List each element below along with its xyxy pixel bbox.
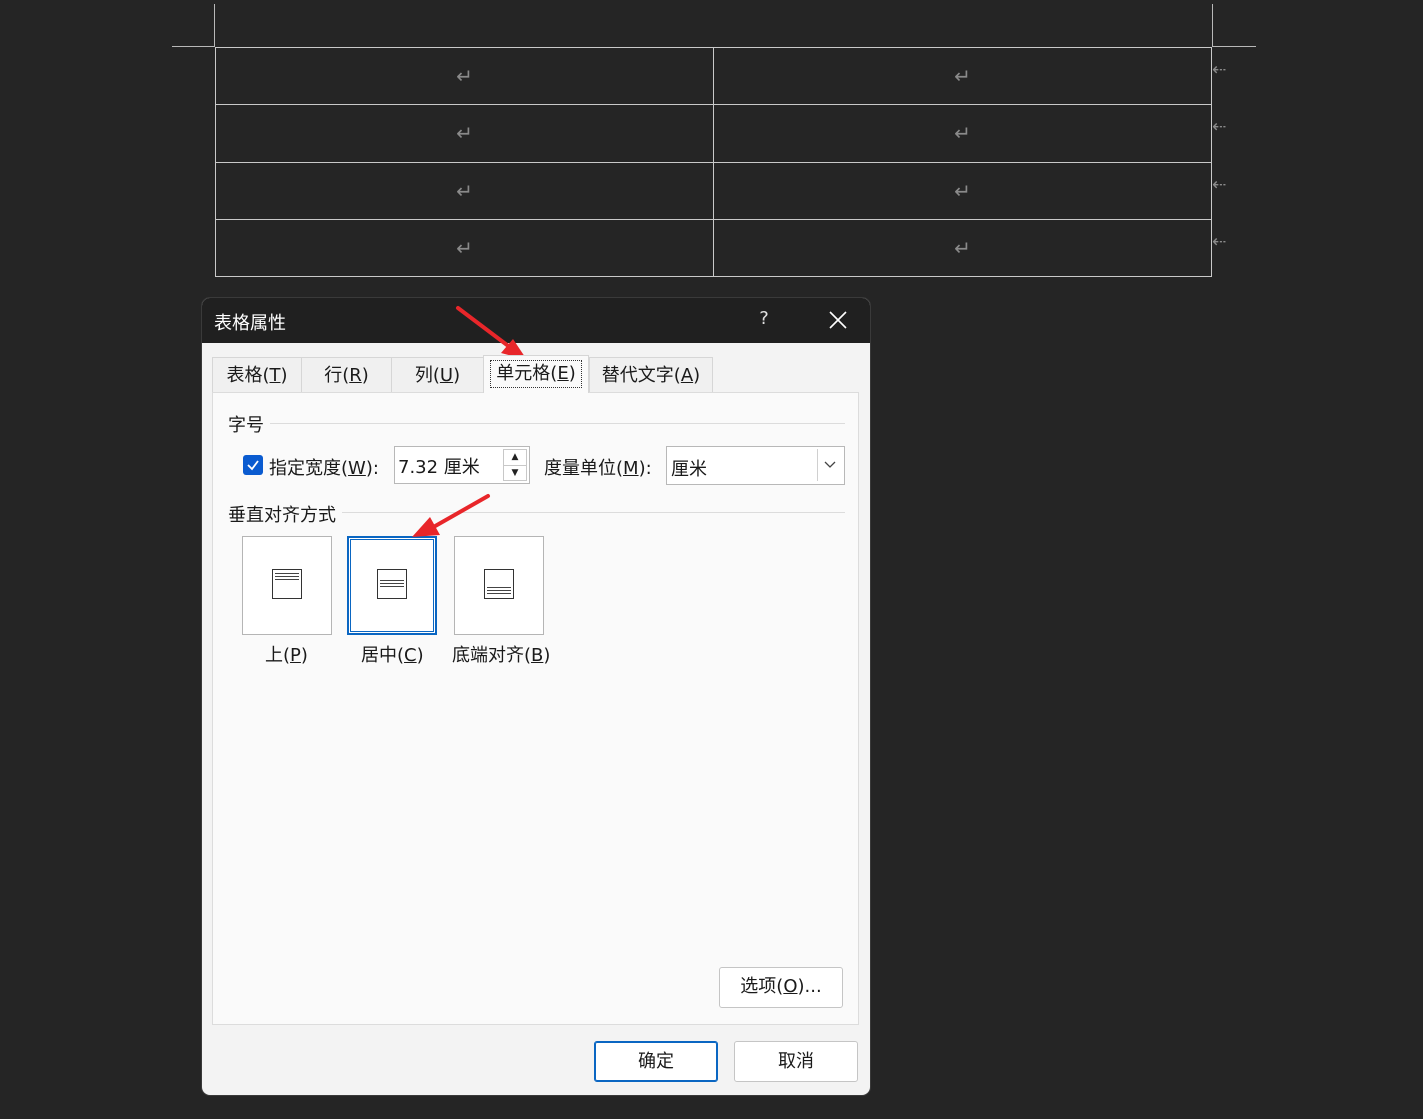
align-bottom-button[interactable] — [454, 536, 544, 635]
spin-down-icon[interactable]: ▼ — [504, 466, 526, 481]
measure-unit-value: 厘米 — [671, 459, 707, 480]
row-end-mark: ⇠ — [1212, 175, 1227, 195]
measure-unit-select[interactable]: 厘米 — [666, 446, 845, 485]
align-center-icon — [377, 569, 407, 599]
tab-label: 单元格 — [496, 363, 551, 384]
align-top-label: 上(P) — [265, 645, 308, 666]
spin-arrows: ▲ ▼ — [503, 449, 527, 481]
row-end-mark: ⇠ — [1212, 117, 1227, 137]
dialog-titlebar[interactable]: 表格属性 ? — [202, 298, 870, 343]
measure-unit-label: 度量单位(M): — [544, 458, 652, 479]
width-spinbox[interactable]: 7.32 厘米 ▲ ▼ — [394, 446, 530, 484]
row-end-mark: ⇠ — [1212, 232, 1227, 252]
table-cell[interactable]: ↵ — [215, 218, 714, 278]
table-cell[interactable]: ↵ — [215, 46, 714, 106]
checkmark-icon — [247, 460, 259, 471]
spin-up-icon[interactable]: ▲ — [504, 450, 526, 466]
margin-guide-horizontal-left — [172, 46, 215, 47]
tab-access-key: E — [557, 363, 569, 384]
preferred-width-label: 指定宽度(W): — [269, 458, 379, 479]
tab-access-key: R — [349, 365, 362, 386]
table-row: ↵ ↵ — [215, 161, 1212, 220]
tab-access-key: T — [269, 365, 281, 386]
dialog-title: 表格属性 — [214, 313, 286, 334]
margin-guide-horizontal-right — [1212, 46, 1256, 47]
document-table[interactable]: ↵ ↵ ↵ ↵ ↵ ↵ ↵ ↵ — [215, 46, 1212, 278]
table-row: ↵ ↵ — [215, 104, 1212, 163]
tab-access-key: A — [680, 365, 694, 386]
section-divider — [270, 423, 845, 424]
preferred-width-checkbox[interactable] — [243, 455, 263, 475]
tab-label: 表格 — [226, 365, 263, 386]
align-top-icon — [272, 569, 302, 599]
row-end-mark: ⇠ — [1212, 60, 1227, 80]
tab-alt-text[interactable]: 替代文字(A) — [589, 357, 713, 393]
margin-guide-vertical-right — [1212, 4, 1213, 46]
tab-label: 行 — [324, 365, 343, 386]
table-cell[interactable]: ↵ — [713, 218, 1212, 278]
table-row: ↵ ↵ — [215, 46, 1212, 106]
cancel-button[interactable]: 取消 — [734, 1041, 858, 1082]
align-top-button[interactable] — [242, 536, 332, 635]
table-properties-dialog: 表格属性 ? 表格(T) 行(R) 列(U) 单元格(E) 替代文字(A) 字号 — [202, 298, 870, 1095]
width-value: 7.32 厘米 — [398, 457, 480, 478]
options-button[interactable]: 选项(O)... — [719, 967, 843, 1008]
table-cell[interactable]: ↵ — [713, 46, 1212, 106]
align-center-label: 居中(C) — [361, 645, 424, 666]
table-row: ↵ ↵ — [215, 218, 1212, 278]
ok-button[interactable]: 确定 — [594, 1041, 718, 1082]
chevron-down-icon[interactable] — [817, 449, 842, 481]
annotation-arrow-center — [412, 494, 490, 537]
help-button[interactable]: ? — [749, 308, 779, 329]
tab-table[interactable]: 表格(T) — [212, 357, 302, 393]
align-center-button[interactable] — [347, 536, 437, 635]
table-cell[interactable]: ↵ — [713, 161, 1212, 220]
cell-tab-panel: 字号 指定宽度(W): 7.32 厘米 ▲ ▼ 度量单位(M): 厘米 垂直对齐… — [212, 392, 859, 1025]
tab-row[interactable]: 行(R) — [301, 357, 392, 393]
table-cell[interactable]: ↵ — [215, 161, 714, 220]
close-icon — [829, 311, 847, 329]
tab-access-key: U — [439, 365, 454, 386]
tab-cell[interactable]: 单元格(E) — [483, 355, 589, 393]
size-section-title: 字号 — [228, 415, 264, 436]
valign-section-title: 垂直对齐方式 — [228, 505, 336, 526]
table-cell[interactable]: ↵ — [713, 104, 1212, 163]
tab-label: 替代文字 — [601, 365, 674, 386]
close-button[interactable] — [818, 302, 858, 338]
margin-guide-vertical-left — [214, 4, 215, 46]
table-cell[interactable]: ↵ — [215, 104, 714, 163]
tab-label: 列 — [414, 365, 433, 386]
align-bottom-label: 底端对齐(B) — [452, 645, 551, 666]
align-bottom-icon — [484, 569, 514, 599]
